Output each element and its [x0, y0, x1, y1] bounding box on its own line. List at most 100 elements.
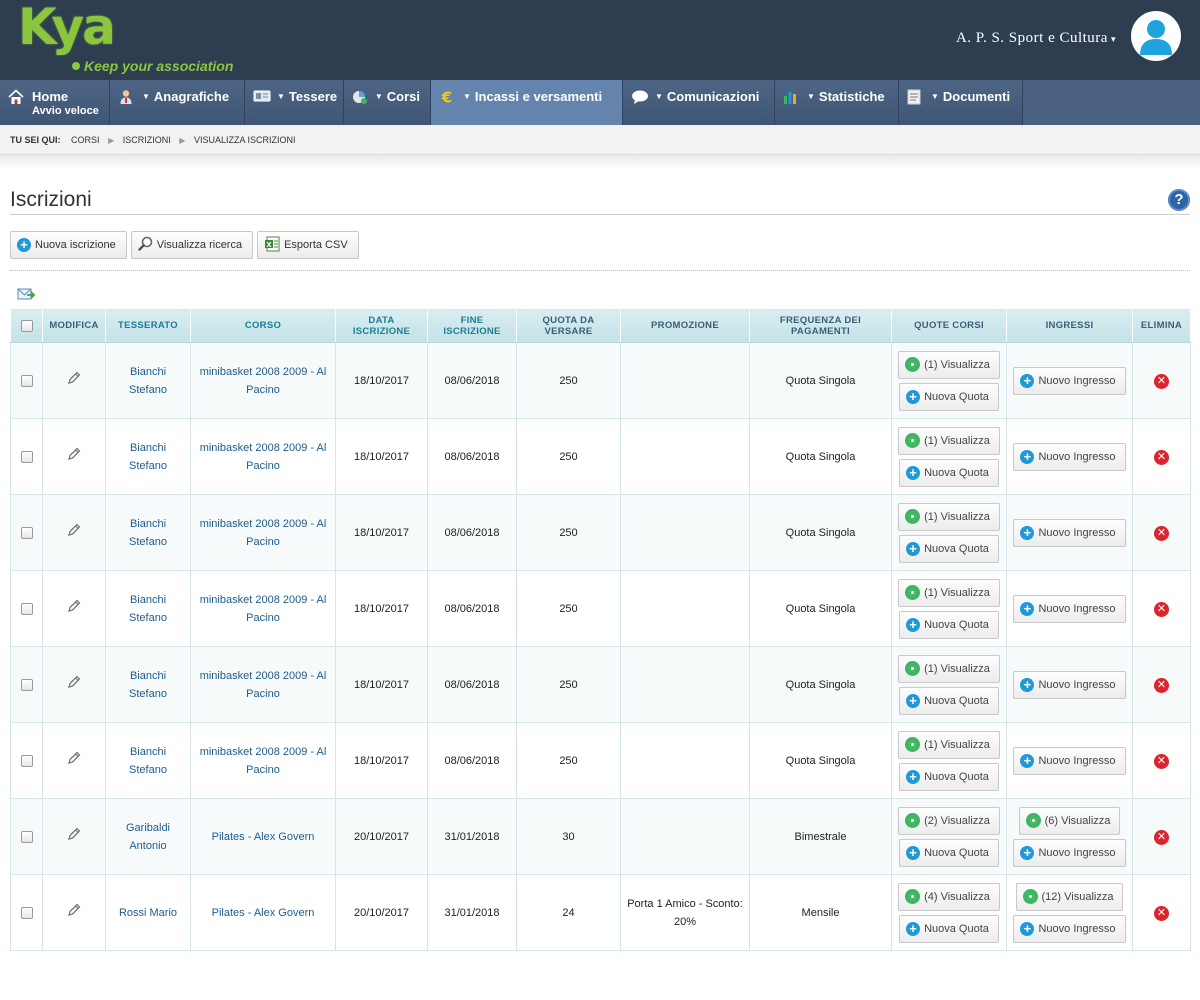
corso-link[interactable]: Pilates - Alex Govern	[190, 798, 336, 875]
delete-icon[interactable]: ✕	[1154, 829, 1169, 845]
breadcrumb-item-current: Visualizza iscrizioni	[193, 135, 296, 145]
export-csv-button[interactable]: X Esporta CSV	[257, 231, 359, 259]
corso-link[interactable]: minibasket 2008 2009 - Al Pacino	[190, 646, 336, 723]
pencil-icon[interactable]	[66, 903, 82, 921]
delete-icon[interactable]: ✕	[1154, 373, 1169, 389]
new-ingresso-button[interactable]: + Nuovo Ingresso	[1013, 670, 1126, 699]
view-ingressi-button[interactable]: (12) Visualizza	[1015, 882, 1124, 911]
kya-logo[interactable]: Kya Keep your association	[14, 0, 254, 76]
row-checkbox[interactable]	[20, 830, 33, 843]
user-avatar[interactable]	[1131, 11, 1181, 61]
breadcrumb-item-corsi[interactable]: Corsi	[71, 135, 100, 145]
new-quota-button[interactable]: + Nuova Quota	[899, 914, 999, 943]
help-icon[interactable]: ?	[1168, 189, 1190, 211]
pencil-icon[interactable]	[66, 523, 82, 541]
pencil-icon[interactable]	[66, 751, 82, 769]
tesserato-link[interactable]: Bianchi Stefano	[105, 722, 191, 799]
new-ingresso-button[interactable]: + Nuovo Ingresso	[1013, 518, 1126, 547]
delete-icon[interactable]: ✕	[1154, 677, 1169, 693]
nav-item-incassi[interactable]: € ▼ Incassi e versamenti	[431, 80, 623, 125]
breadcrumb-item-iscrizioni[interactable]: Iscrizioni	[123, 135, 171, 145]
view-quote-button[interactable]: (1) Visualizza	[898, 578, 1000, 607]
new-quota-button[interactable]: + Nuova Quota	[899, 534, 999, 563]
tesserato-link[interactable]: Garibaldi Antonio	[105, 798, 191, 875]
delete-icon[interactable]: ✕	[1154, 601, 1169, 617]
column-header[interactable]: Fine iscrizione	[427, 308, 517, 343]
tesserato-link[interactable]: Rossi Mario	[105, 874, 191, 951]
tesserato-link[interactable]: Bianchi Stefano	[105, 494, 191, 571]
column-header[interactable]: Tesserato	[105, 308, 191, 343]
new-enrollment-button[interactable]: + Nuova iscrizione	[10, 231, 127, 259]
row-checkbox[interactable]	[20, 754, 33, 767]
view-quote-button[interactable]: (1) Visualizza	[898, 426, 1000, 455]
select-all-checkbox[interactable]	[20, 319, 33, 332]
column-header[interactable]: Data iscrizione	[335, 308, 428, 343]
corso-link[interactable]: minibasket 2008 2009 - Al Pacino	[190, 570, 336, 647]
column-header[interactable]: Corso	[190, 308, 336, 343]
row-checkbox[interactable]	[20, 526, 33, 539]
view-ingressi-button[interactable]: (6) Visualizza	[1018, 806, 1121, 835]
quote-actions: (1) Visualizza + Nuova Quota	[898, 425, 1000, 489]
delete-icon[interactable]: ✕	[1154, 905, 1169, 921]
new-quota-label: Nuova Quota	[924, 694, 989, 707]
view-quote-button[interactable]: (4) Visualizza	[898, 882, 1000, 911]
nav-item-anagrafiche[interactable]: ▼ Anagrafiche	[110, 80, 245, 125]
tesserato-link[interactable]: Bianchi Stefano	[105, 418, 191, 495]
pencil-icon[interactable]	[66, 599, 82, 617]
send-email-icon[interactable]	[17, 287, 36, 301]
pencil-icon[interactable]	[66, 371, 82, 389]
column-header: Frequenza dei pagamenti	[749, 308, 892, 343]
eye-icon	[905, 509, 921, 524]
promozione-cell: Porta 1 Amico - Sconto: 20%	[620, 874, 750, 951]
view-quote-button[interactable]: (1) Visualizza	[898, 502, 1000, 531]
pencil-icon[interactable]	[66, 675, 82, 693]
view-quote-button[interactable]: (1) Visualizza	[898, 654, 1000, 683]
corso-link[interactable]: minibasket 2008 2009 - Al Pacino	[190, 722, 336, 799]
new-ingresso-button[interactable]: + Nuovo Ingresso	[1013, 746, 1126, 775]
view-quote-button[interactable]: (1) Visualizza	[898, 730, 1000, 759]
nav-item-comunicazioni[interactable]: ▼ Comunicazioni	[623, 80, 775, 125]
nav-item-corsi[interactable]: ▼ Corsi	[344, 80, 431, 125]
row-checkbox[interactable]	[20, 906, 33, 919]
tesserato-link[interactable]: Bianchi Stefano	[105, 646, 191, 723]
promozione-cell	[620, 798, 750, 875]
pencil-icon[interactable]	[66, 827, 82, 845]
new-quota-button[interactable]: + Nuova Quota	[899, 382, 999, 411]
frequenza-cell: Bimestrale	[749, 798, 892, 875]
new-quota-button[interactable]: + Nuova Quota	[899, 458, 999, 487]
view-quote-button[interactable]: (1) Visualizza	[898, 350, 1000, 379]
new-ingresso-button[interactable]: + Nuovo Ingresso	[1013, 442, 1126, 471]
delete-cell: ✕	[1132, 570, 1191, 647]
row-checkbox[interactable]	[20, 450, 33, 463]
tesserato-link[interactable]: Bianchi Stefano	[105, 342, 191, 419]
tesserato-link[interactable]: Bianchi Stefano	[105, 570, 191, 647]
row-checkbox[interactable]	[20, 678, 33, 691]
new-quota-button[interactable]: + Nuova Quota	[899, 762, 999, 791]
new-ingresso-button[interactable]: + Nuovo Ingresso	[1013, 366, 1126, 395]
view-quote-button[interactable]: (2) Visualizza	[898, 806, 1000, 835]
row-checkbox[interactable]	[20, 374, 33, 387]
corso-link[interactable]: minibasket 2008 2009 - Al Pacino	[190, 418, 336, 495]
new-ingresso-button[interactable]: + Nuovo Ingresso	[1013, 914, 1126, 943]
delete-icon[interactable]: ✕	[1154, 753, 1169, 769]
delete-icon[interactable]: ✕	[1154, 449, 1169, 465]
nav-item-statistiche[interactable]: ▼ Statistiche	[775, 80, 899, 125]
nav-item-home[interactable]: Home Avvio veloce	[0, 80, 110, 125]
organization-menu[interactable]: A. P. S. Sport e Cultura ▾	[956, 30, 1116, 47]
new-quota-button[interactable]: + Nuova Quota	[899, 610, 999, 639]
row-checkbox[interactable]	[20, 602, 33, 615]
corso-link[interactable]: minibasket 2008 2009 - Al Pacino	[190, 494, 336, 571]
spreadsheet-icon: X	[264, 236, 280, 255]
corso-link[interactable]: Pilates - Alex Govern	[190, 874, 336, 951]
delete-icon[interactable]: ✕	[1154, 525, 1169, 541]
new-ingresso-button[interactable]: + Nuovo Ingresso	[1013, 594, 1126, 623]
new-quota-button[interactable]: + Nuova Quota	[899, 686, 999, 715]
new-ingresso-button[interactable]: + Nuovo Ingresso	[1013, 838, 1126, 867]
nav-item-label: Comunicazioni	[666, 89, 760, 104]
corso-link[interactable]: minibasket 2008 2009 - Al Pacino	[190, 342, 336, 419]
nav-item-tessere[interactable]: ▼ Tessere	[245, 80, 344, 125]
search-button[interactable]: Visualizza ricerca	[130, 231, 254, 259]
nav-item-documenti[interactable]: ▼ Documenti	[899, 80, 1023, 125]
new-quota-button[interactable]: + Nuova Quota	[899, 838, 999, 867]
pencil-icon[interactable]	[66, 447, 82, 465]
